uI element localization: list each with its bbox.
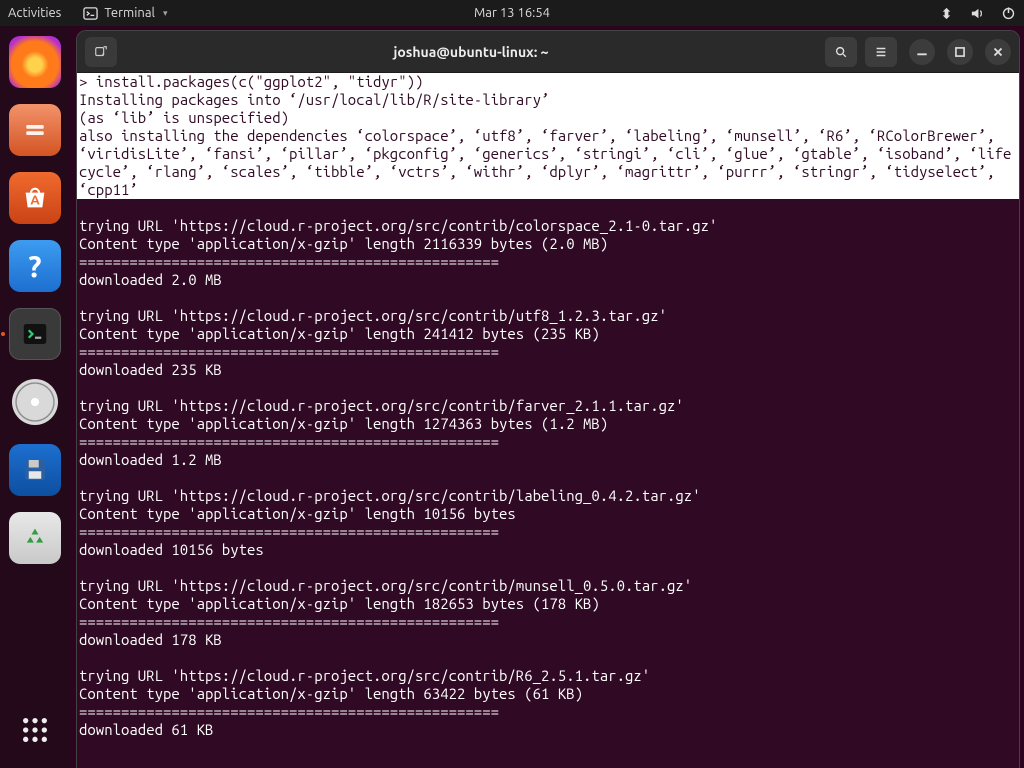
topbar-app-indicator[interactable]: Terminal ▾ (83, 6, 167, 21)
network-icon[interactable] (939, 6, 954, 21)
floppy-icon (20, 455, 50, 485)
grid-icon (19, 714, 51, 746)
close-icon (991, 45, 1005, 59)
chevron-down-icon: ▾ (163, 8, 168, 19)
terminal-text: trying URL 'https://cloud.r-project.org/… (77, 199, 1019, 739)
new-tab-button[interactable] (85, 37, 117, 67)
dock: A ? (0, 26, 70, 768)
terminal-selected-text: > install.packages(c("ggplot2", "tidyr")… (77, 73, 1019, 199)
terminal-window: joshua@ubuntu-linux: ~ > install.package… (76, 30, 1020, 768)
power-icon[interactable] (1001, 6, 1016, 21)
dock-app-save[interactable] (9, 444, 61, 496)
window-title: joshua@ubuntu-linux: ~ (125, 44, 817, 60)
topbar-app-label: Terminal (104, 6, 155, 20)
files-icon (20, 115, 50, 145)
dock-app-software[interactable]: A (9, 172, 61, 224)
window-titlebar: joshua@ubuntu-linux: ~ (77, 31, 1019, 73)
question-icon: ? (28, 249, 41, 283)
maximize-icon (953, 45, 967, 59)
terminal-icon (20, 319, 50, 349)
menu-button[interactable] (865, 37, 897, 67)
maximize-button[interactable] (947, 39, 973, 65)
dock-app-help[interactable]: ? (9, 240, 61, 292)
volume-icon[interactable] (970, 6, 985, 21)
hamburger-icon (874, 45, 888, 59)
recycle-icon (21, 524, 49, 552)
dock-app-terminal[interactable] (9, 308, 61, 360)
search-icon (834, 45, 848, 59)
minimize-button[interactable] (909, 39, 935, 65)
activities-button[interactable]: Activities (8, 6, 61, 20)
dock-app-files[interactable] (9, 104, 61, 156)
terminal-icon (83, 6, 98, 21)
gnome-top-bar: Activities Terminal ▾ Mar 13 16:54 (0, 0, 1024, 26)
bag-icon: A (19, 182, 51, 214)
search-button[interactable] (825, 37, 857, 67)
clock[interactable]: Mar 13 16:54 (474, 6, 550, 20)
close-button[interactable] (985, 39, 1011, 65)
new-tab-icon (94, 45, 108, 59)
dock-app-firefox[interactable] (9, 36, 61, 88)
minimize-icon (915, 45, 929, 59)
dock-app-trash[interactable] (9, 512, 61, 564)
disc-icon (12, 379, 58, 425)
terminal-output[interactable]: > install.packages(c("ggplot2", "tidyr")… (77, 73, 1019, 768)
dock-app-disc[interactable] (9, 376, 61, 428)
show-applications-button[interactable] (11, 706, 59, 754)
svg-text:A: A (30, 193, 40, 208)
